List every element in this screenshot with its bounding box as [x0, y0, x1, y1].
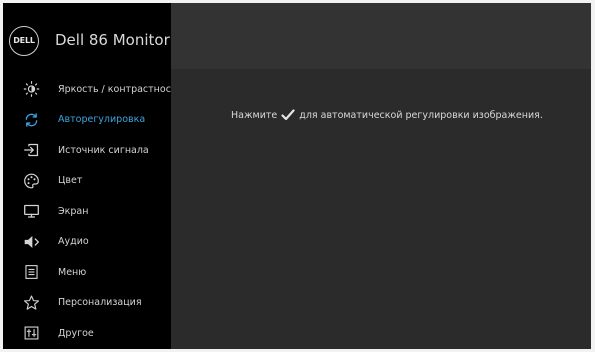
menu-item-label: Другое — [58, 327, 94, 339]
content-header-band — [171, 3, 591, 69]
menu-item-menu[interactable]: Меню — [3, 257, 171, 288]
menu-item-label: Меню — [58, 266, 87, 278]
menu-item-audio[interactable]: Аудио — [3, 227, 171, 258]
osd-content-panel: Нажмите для автоматической регулировки и… — [171, 3, 591, 349]
checkmark-icon — [281, 109, 295, 121]
menu-item-input-source[interactable]: Источник сигнала — [3, 135, 171, 166]
menu-icon — [23, 264, 40, 281]
menu-item-label: Аудио — [58, 236, 89, 248]
osd-header: DELL Dell 86 Monitor — [3, 3, 171, 73]
menu-item-label: Экран — [58, 205, 89, 217]
menu-item-label: Персонализация — [58, 297, 142, 309]
instruction-text-before: Нажмите — [231, 109, 278, 121]
menu-item-label: Авторегулировка — [58, 114, 146, 126]
others-icon — [23, 325, 40, 342]
auto-adjust-instruction: Нажмите для автоматической регулировки и… — [231, 109, 543, 121]
instruction-text-after: для автоматической регулировки изображен… — [299, 109, 543, 121]
menu-item-label: Цвет — [58, 175, 83, 187]
color-palette-icon — [23, 172, 40, 189]
input-source-icon — [23, 142, 40, 159]
osd-menu: Яркость / контрастность Авторегулировка — [3, 74, 182, 349]
osd-sidebar: DELL Dell 86 Monitor Яркость / контрастн… — [3, 3, 182, 349]
menu-item-label: Яркость / контрастность — [58, 83, 183, 95]
menu-item-personalize[interactable]: Персонализация — [3, 288, 171, 319]
speaker-icon — [23, 233, 40, 250]
menu-item-color[interactable]: Цвет — [3, 166, 171, 197]
menu-item-brightness[interactable]: Яркость / контрастность — [3, 74, 182, 105]
monitor-title: Dell 86 Monitor — [55, 31, 170, 49]
auto-adjust-icon — [23, 111, 40, 128]
menu-item-display[interactable]: Экран — [3, 196, 171, 227]
menu-item-others[interactable]: Другое — [3, 318, 171, 349]
display-icon — [23, 203, 40, 220]
star-icon — [23, 294, 40, 311]
monitor-osd: DELL Dell 86 Monitor Яркость / контрастн… — [0, 0, 595, 352]
menu-item-label: Источник сигнала — [58, 144, 149, 156]
dell-logo: DELL — [9, 26, 39, 56]
brightness-icon — [23, 81, 40, 98]
menu-item-auto-adjust[interactable]: Авторегулировка — [3, 105, 171, 136]
